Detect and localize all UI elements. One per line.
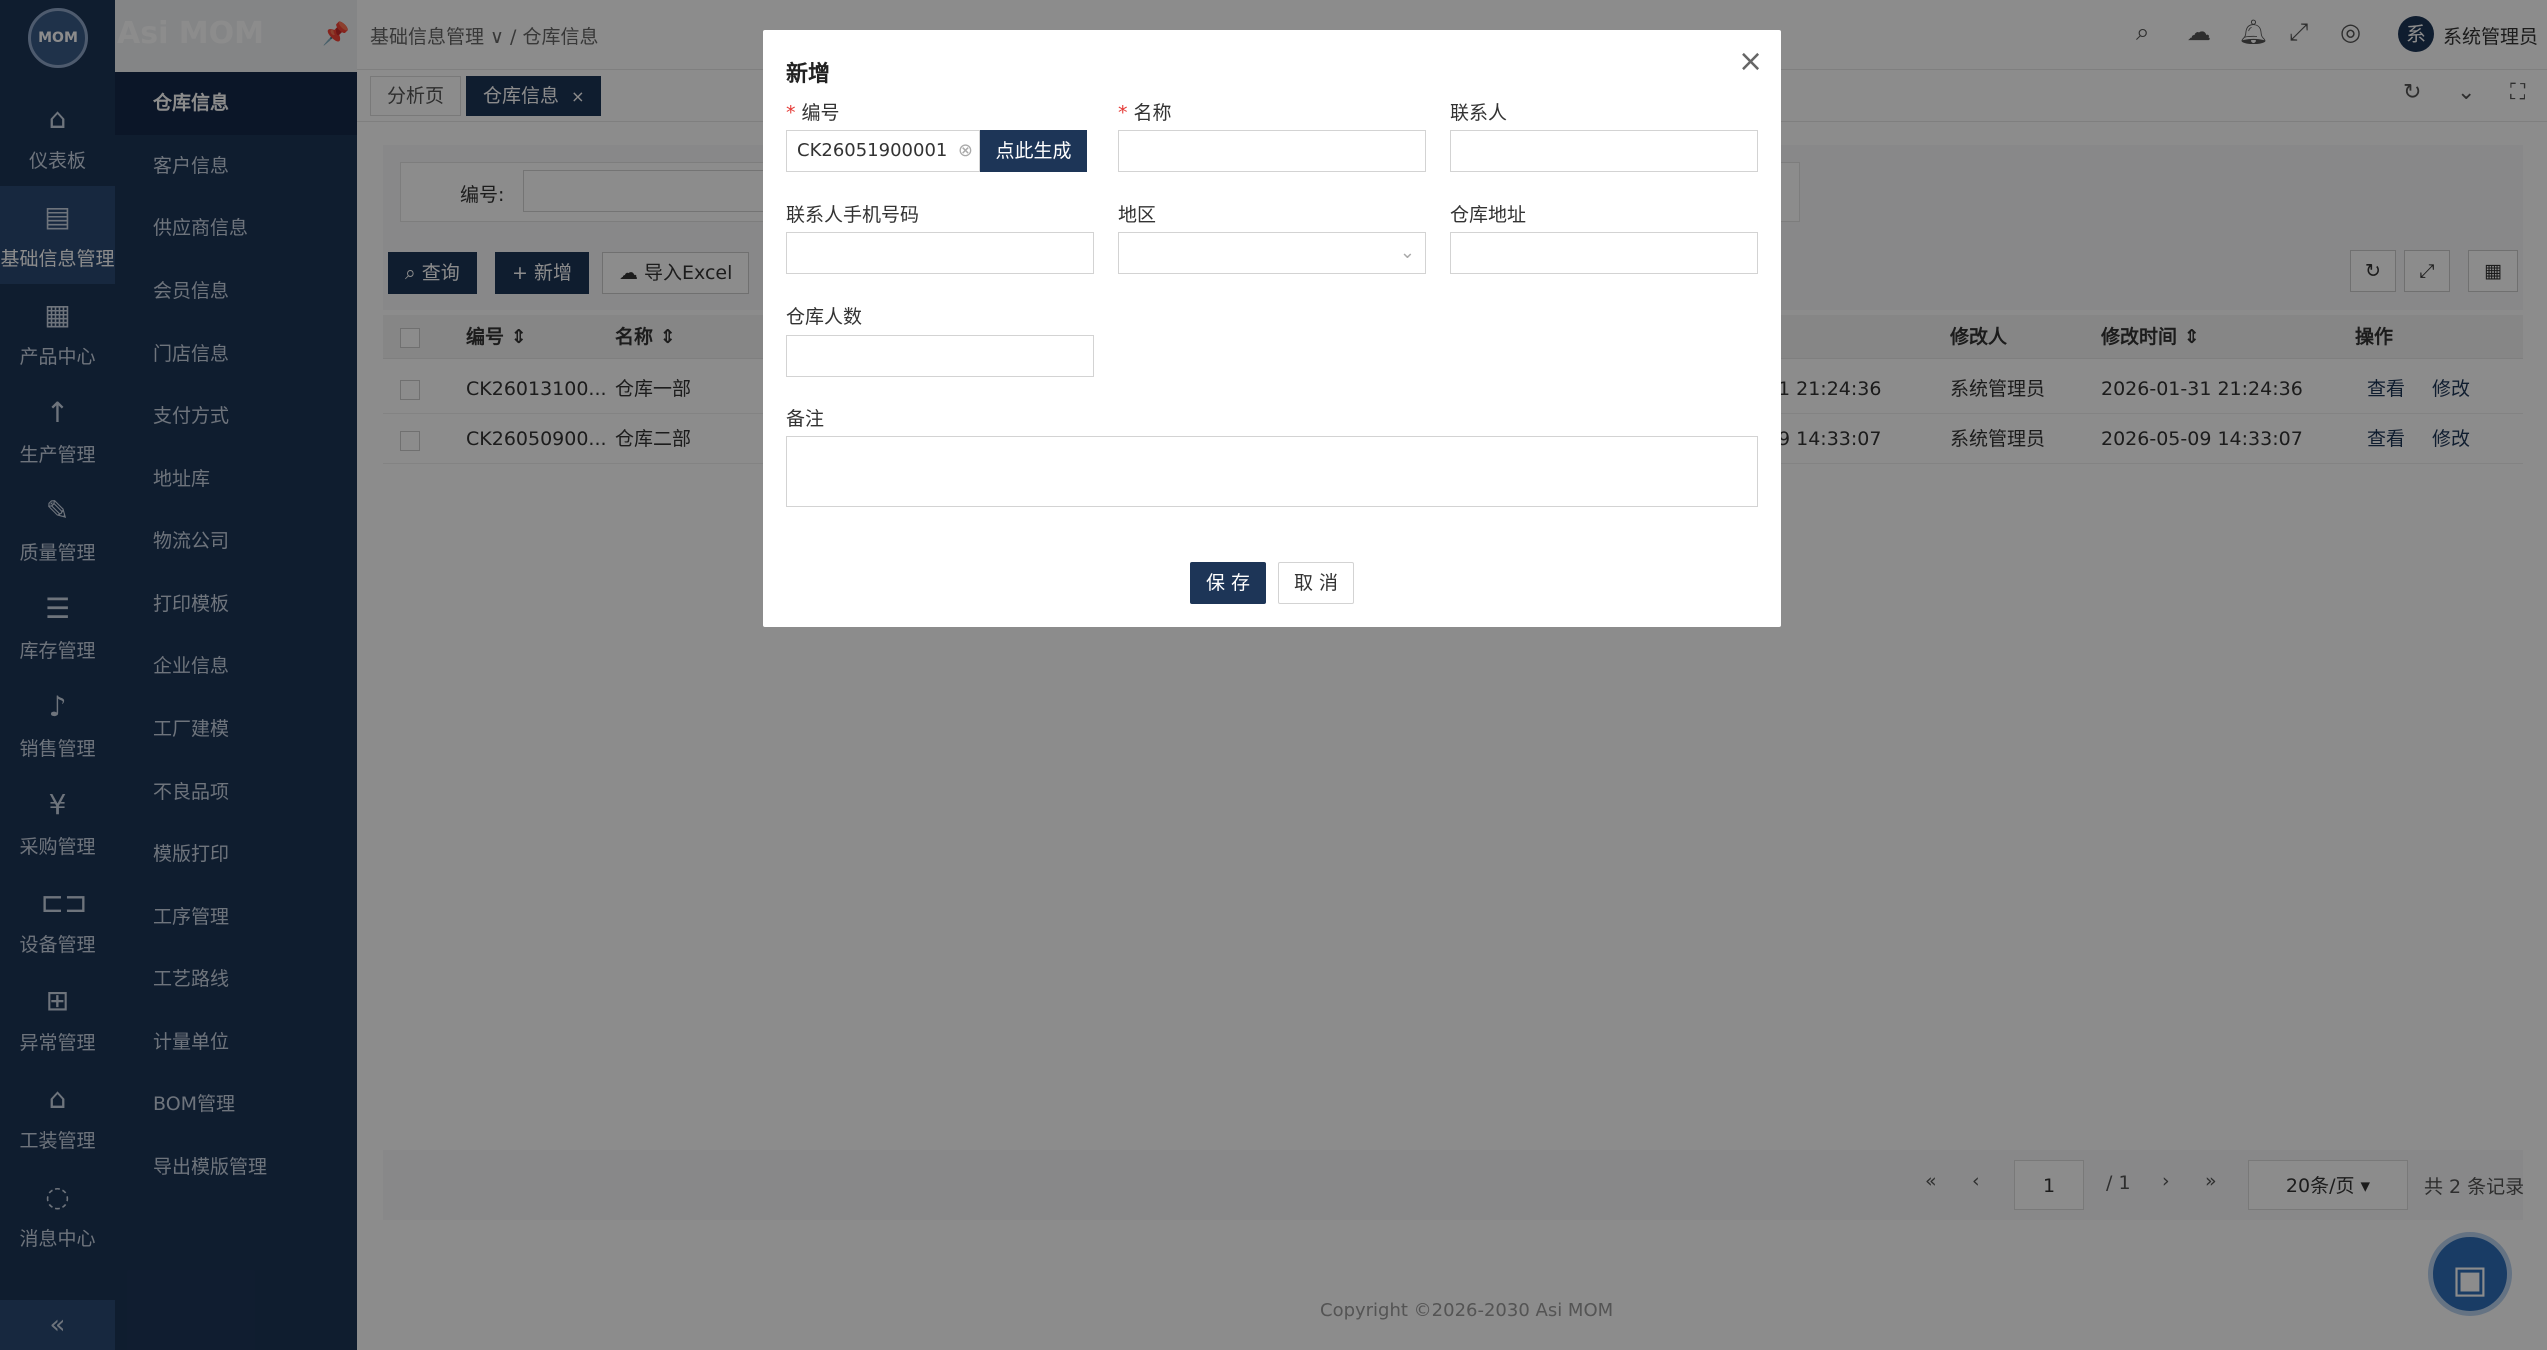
add-dialog	[763, 30, 1781, 627]
remark-label: 备注	[786, 408, 825, 430]
dialog-title: 新增	[786, 62, 831, 87]
clear-icon[interactable]: ⊗	[958, 131, 973, 171]
close-icon[interactable]: ×	[1738, 44, 1763, 79]
name-label: * 名称	[1118, 102, 1172, 124]
address-label: 仓库地址	[1450, 204, 1527, 226]
remark-textarea[interactable]	[786, 436, 1758, 507]
cancel-button[interactable]: 取 消	[1278, 562, 1354, 604]
code-label: * 编号	[786, 102, 840, 124]
headcount-label: 仓库人数	[786, 306, 863, 328]
chevron-down-icon: ⌄	[1399, 242, 1415, 263]
headcount-input[interactable]	[786, 335, 1094, 377]
region-label: 地区	[1118, 204, 1157, 226]
save-button[interactable]: 保 存	[1190, 562, 1266, 604]
contact-input[interactable]	[1450, 130, 1758, 172]
phone-label: 联系人手机号码	[786, 204, 920, 226]
code-input[interactable]: CK26051900001 ⊗	[786, 130, 980, 172]
phone-input[interactable]	[786, 232, 1094, 274]
name-input[interactable]	[1118, 130, 1426, 172]
contact-label: 联系人	[1450, 102, 1508, 124]
address-input[interactable]	[1450, 232, 1758, 274]
generate-code-button[interactable]: 点此生成	[980, 130, 1087, 172]
region-select[interactable]: ⌄	[1118, 232, 1426, 274]
